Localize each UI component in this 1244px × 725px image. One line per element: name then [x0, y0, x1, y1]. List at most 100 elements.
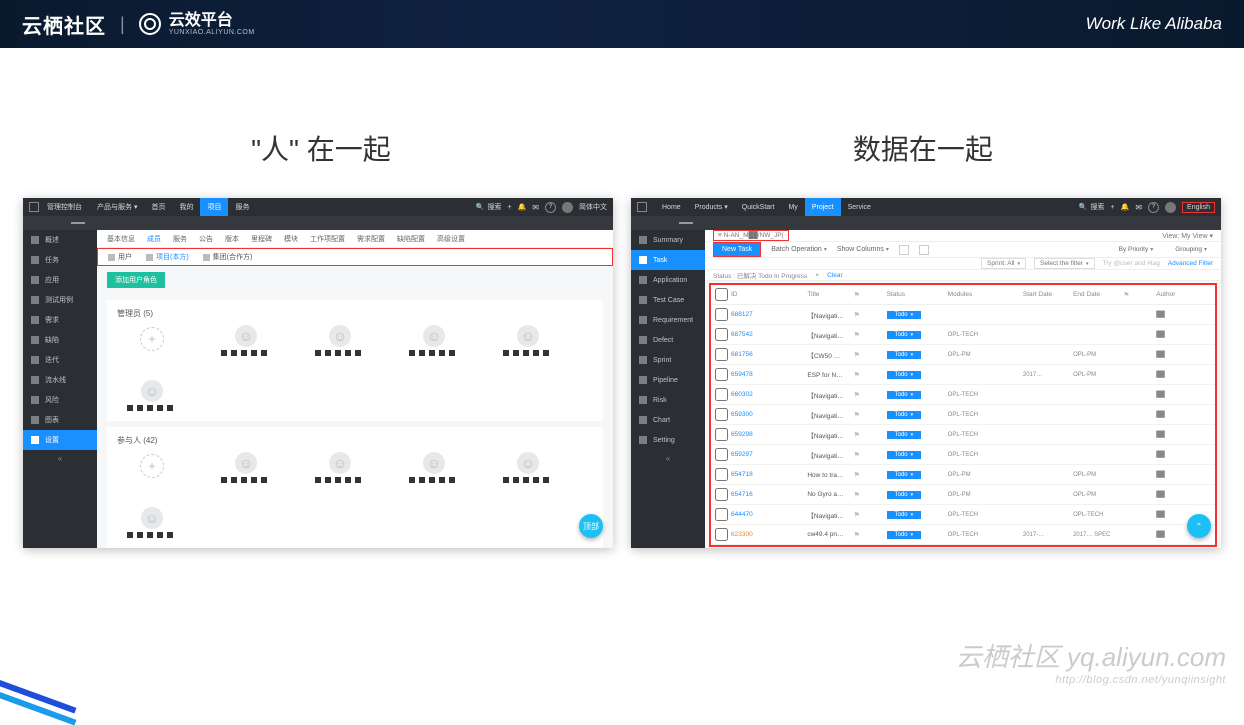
row-checkbox[interactable]: [715, 468, 728, 481]
sidebar-item[interactable]: 缺陷: [23, 330, 97, 350]
sub-tab[interactable]: 里程碑: [251, 234, 272, 244]
task-id[interactable]: 654716: [711, 485, 803, 505]
task-row[interactable]: 659478ESP for Navigation is supported or…: [711, 365, 1215, 385]
console-link[interactable]: 管理控制台: [47, 202, 82, 212]
status-cell[interactable]: Todo: [883, 465, 944, 485]
row-checkbox[interactable]: [715, 408, 728, 421]
flag-cell[interactable]: ⚑: [850, 425, 883, 445]
column-header[interactable]: ⚑: [850, 285, 883, 305]
status-cell[interactable]: Todo: [883, 345, 944, 365]
member-card[interactable]: [211, 452, 281, 483]
sidebar-item[interactable]: 风险: [23, 390, 97, 410]
sidebar-item[interactable]: Summary: [631, 230, 705, 250]
message-icon[interactable]: [532, 203, 539, 212]
flag-cell[interactable]: ⚑: [850, 465, 883, 485]
member-card[interactable]: [305, 325, 375, 356]
column-header[interactable]: Status: [883, 285, 944, 305]
search-button[interactable]: 搜索: [1079, 202, 1105, 212]
member-card[interactable]: [117, 380, 187, 411]
language-switch[interactable]: English: [1182, 202, 1215, 213]
sub-tab[interactable]: 成员: [147, 234, 161, 244]
sprint-filter[interactable]: Sprint: All: [981, 258, 1026, 269]
task-row[interactable]: 660302【Navigation Technical Meeting】Conf…: [711, 385, 1215, 405]
app-logo-icon[interactable]: [637, 202, 647, 212]
task-title[interactable]: 【Navigation Technical Meeting】Day and ni…: [803, 405, 849, 425]
nav-item[interactable]: 首页: [144, 198, 172, 216]
plus-icon[interactable]: [1111, 204, 1115, 211]
task-title[interactable]: 【Navigation Technical Meeting】Whether BA…: [803, 425, 849, 445]
sub-tab[interactable]: 版本: [225, 234, 239, 244]
row-checkbox[interactable]: [715, 528, 728, 541]
status-cell[interactable]: Todo: [883, 325, 944, 345]
nav-item[interactable]: 服务: [228, 198, 256, 216]
app-logo-icon[interactable]: [29, 202, 39, 212]
task-title[interactable]: No Gyro and Accelerator in ██: [803, 485, 849, 505]
flag-cell[interactable]: ⚑: [850, 365, 883, 385]
task-id[interactable]: 687542: [711, 325, 803, 345]
sub-tab[interactable]: 需求配置: [357, 234, 385, 244]
task-row[interactable]: 654718How to track functions via fine sp…: [711, 465, 1215, 485]
task-id[interactable]: 654718: [711, 465, 803, 485]
task-row[interactable]: 644470【Navigation Technical Meeting】Inpu…: [711, 505, 1215, 525]
row-checkbox[interactable]: [715, 388, 728, 401]
user-avatar[interactable]: [1165, 202, 1176, 213]
sidebar-item[interactable]: Risk: [631, 390, 705, 410]
advanced-filter-link[interactable]: Advanced Filter: [1168, 260, 1213, 267]
task-id[interactable]: 659300: [711, 405, 803, 425]
task-id[interactable]: 681756: [711, 345, 803, 365]
row-checkbox[interactable]: [715, 488, 728, 501]
task-title[interactable]: How to track functions via fine spec ⊕: [803, 465, 849, 485]
user-avatar[interactable]: [562, 202, 573, 213]
flag-cell[interactable]: ⚑: [850, 405, 883, 425]
flag-cell[interactable]: ⚑: [850, 505, 883, 525]
sidebar-item[interactable]: 应用: [23, 270, 97, 290]
status-cell[interactable]: Todo: [883, 505, 944, 525]
task-id[interactable]: 659297: [711, 445, 803, 465]
sidebar-item[interactable]: 图表: [23, 410, 97, 430]
task-title[interactable]: 【Navigation Technical Meeting】How Diagno…: [803, 325, 849, 345]
message-icon[interactable]: [1135, 203, 1142, 212]
task-row[interactable]: 654716No Gyro and Accelerator in ██ ⚑Tod…: [711, 485, 1215, 505]
bell-icon[interactable]: [1121, 203, 1130, 211]
task-id[interactable]: 623300: [711, 525, 803, 545]
task-title[interactable]: 【Navigation Technical Meeting】About VZE …: [803, 445, 849, 465]
task-row[interactable]: 688127【Navigation Technical Meeting】ASR …: [711, 305, 1215, 325]
flag-cell[interactable]: ⚑: [850, 305, 883, 325]
sidebar-item[interactable]: Task: [631, 250, 705, 270]
row-checkbox[interactable]: [715, 448, 728, 461]
member-card[interactable]: [117, 507, 187, 538]
show-columns-dropdown[interactable]: Show Columns: [837, 246, 889, 253]
task-id[interactable]: 659298: [711, 425, 803, 445]
member-card[interactable]: [399, 325, 469, 356]
scroll-top-fab[interactable]: 顶部: [579, 514, 603, 538]
row-checkbox[interactable]: [715, 328, 728, 341]
view-selector[interactable]: View: My View ▾: [1162, 232, 1213, 240]
task-row[interactable]: 659297【Navigation Technical Meeting】Abou…: [711, 445, 1215, 465]
search-button[interactable]: 搜索: [476, 202, 502, 212]
member-card[interactable]: [399, 452, 469, 483]
grouping-dropdown[interactable]: Grouping: [1169, 244, 1213, 255]
add-member[interactable]: +: [117, 325, 187, 356]
sub-tab[interactable]: 基本信息: [107, 234, 135, 244]
flag-cell[interactable]: ⚑: [850, 385, 883, 405]
nav-item[interactable]: Project: [805, 198, 841, 216]
nav-item[interactable]: My: [781, 198, 804, 216]
member-mode[interactable]: 用户: [108, 252, 132, 262]
member-card[interactable]: [493, 452, 563, 483]
task-title[interactable]: ESP for Navigation is supported or not ⊕: [803, 365, 849, 385]
language-switch[interactable]: 简体中文: [579, 202, 607, 212]
sidebar-item[interactable]: 迭代: [23, 350, 97, 370]
column-header[interactable]: ⚑: [1119, 285, 1152, 305]
status-cell[interactable]: Todo: [883, 425, 944, 445]
task-row[interactable]: 659298【Navigation Technical Meeting】Whet…: [711, 425, 1215, 445]
flag-cell[interactable]: ⚑: [850, 445, 883, 465]
scroll-top-fab[interactable]: ⌃: [1187, 514, 1211, 538]
task-id[interactable]: 660302: [711, 385, 803, 405]
sub-tab[interactable]: 缺陷配置: [397, 234, 425, 244]
sidebar-item[interactable]: Requirement: [631, 310, 705, 330]
nav-item[interactable]: 产品与服务 ▾: [90, 198, 144, 216]
task-title[interactable]: 【CW50 WM ██ ██: [803, 345, 849, 365]
collapse-sidebar[interactable]: «: [631, 450, 705, 466]
sidebar-item[interactable]: Chart: [631, 410, 705, 430]
task-id[interactable]: 644470: [711, 505, 803, 525]
